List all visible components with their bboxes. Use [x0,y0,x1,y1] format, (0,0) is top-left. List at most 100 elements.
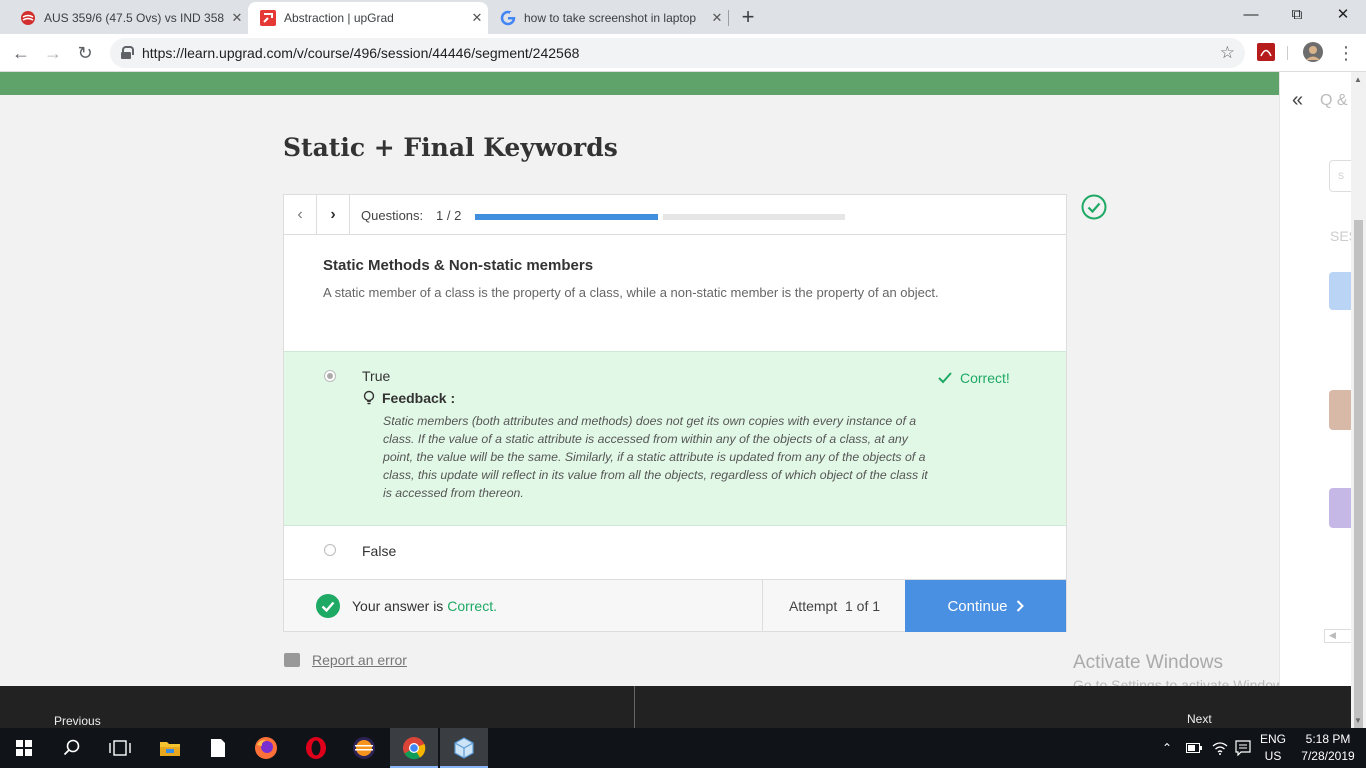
scrollbar-thumb[interactable] [1354,220,1363,750]
session-card[interactable] [1329,272,1351,310]
attempt-label: Attempt [788,598,838,614]
forward-arrow-icon[interactable]: → [40,40,66,66]
qa-side-panel: « Q & S SES ◀ [1279,72,1351,686]
url-text[interactable]: https://learn.upgrad.com/v/course/496/se… [142,45,579,61]
tab-title: AUS 359/6 (47.5 Ovs) vs IND 358 [44,11,225,25]
questions-label: Questions: [361,208,424,223]
input-language-indicator[interactable]: ENG US [1256,731,1290,765]
address-bar[interactable]: https://learn.upgrad.com/v/course/496/se… [110,38,1245,68]
opera-icon[interactable] [292,728,340,768]
new-tab-plus-icon[interactable]: + [736,4,760,30]
success-check-circle-icon [316,594,340,618]
correct-tag: Correct! [938,370,1010,386]
chrome-menu-icon[interactable]: ⋮ [1333,40,1359,66]
feedback-text: Static members (both attributes and meth… [383,414,928,500]
user-avatar [1329,390,1351,430]
battery-icon[interactable] [1186,728,1202,768]
progress-fill [475,214,660,220]
reload-icon[interactable]: ↻ [72,40,98,66]
option-false[interactable]: False [284,526,1066,579]
feedback-heading: Feedback : [362,390,455,406]
sessions-label: SES [1330,228,1351,244]
tab-title: Abstraction | upGrad [284,11,394,25]
correct-tag-label: Correct! [960,370,1010,386]
lock-icon[interactable] [120,46,134,60]
chevron-right-icon [1016,600,1024,612]
browser-toolbar: ← → ↻ https://learn.upgrad.com/v/course/… [0,34,1366,72]
collapse-panel-icon[interactable]: « [1292,89,1303,112]
tab-upgrad[interactable]: Abstraction | upGrad ✕ [248,2,488,34]
tab-google-search[interactable]: how to take screenshot in laptop ✕ [488,2,728,34]
question-title: Static Methods & Non-static members [323,257,594,274]
option-radio-selected[interactable] [324,370,336,382]
option-radio[interactable] [324,544,336,556]
restore-icon[interactable]: ⧉ [1274,0,1320,30]
report-error-link[interactable]: Report an error [284,652,407,668]
close-window-icon[interactable]: ✕ [1320,0,1366,30]
option-label: True [362,368,391,384]
chrome-icon[interactable] [390,728,438,768]
clock-time: 5:18 PM [1305,732,1351,746]
previous-segment-link[interactable]: Previous [54,714,101,728]
next-question-chevron-icon[interactable]: › [317,195,350,235]
next-segment-link[interactable]: Next [1187,712,1212,726]
windows-taskbar: ⌃ ENG US 5:18 PM 7/28/2019 [0,728,1366,768]
toolbar-separator [1287,46,1288,60]
windows-start-icon[interactable] [0,728,48,768]
question-text: A static member of a class is the proper… [323,285,939,300]
qa-panel-title: Q & [1320,92,1348,109]
activate-windows-title: Activate Windows [1073,652,1223,673]
search-icon[interactable] [48,728,96,768]
pdf-extension-icon[interactable] [1257,43,1275,61]
document-icon[interactable] [194,728,242,768]
wifi-icon[interactable] [1212,728,1228,768]
tab-title: how to take screenshot in laptop [524,11,697,25]
nav-divider [634,686,635,728]
session-card[interactable] [1329,488,1351,528]
report-flag-icon [284,653,300,667]
progress-segment-gap [658,214,663,220]
task-view-icon[interactable] [96,728,144,768]
page-title: Static + Final Keywords [283,133,618,162]
panel-search-input[interactable]: S [1329,160,1351,192]
virtualbox-icon[interactable] [440,728,488,768]
attempt-counter: Attempt 1 of 1 [762,580,906,632]
option-true[interactable]: True Correct! Feedback : Static members … [284,351,1066,526]
page-scrollbar[interactable]: ▲ ▼ [1351,72,1366,750]
continue-button[interactable]: Continue [905,580,1066,632]
completed-check-icon [1081,194,1107,220]
action-center-icon[interactable] [1235,728,1251,768]
tab-separator [728,10,729,26]
firefox-icon[interactable] [242,728,290,768]
answer-status: Correct. [447,598,497,614]
feedback-label: Feedback : [382,390,456,406]
close-tab-icon[interactable]: ✕ [466,10,488,26]
answer-result: Your answer is Correct. [352,598,497,614]
taskbar-clock[interactable]: 5:18 PM 7/28/2019 [1296,731,1360,765]
minimize-icon[interactable]: — [1228,0,1274,30]
answer-prefix: Your answer is [352,598,444,614]
prev-question-chevron-icon[interactable]: ‹ [284,195,317,235]
close-tab-icon[interactable]: ✕ [706,10,728,26]
report-label[interactable]: Report an error [312,652,407,668]
show-hidden-icons-chevron-icon[interactable]: ⌃ [1162,728,1172,768]
option-label: False [362,543,397,559]
eclipse-icon[interactable] [340,728,388,768]
tab-cricket-score[interactable]: AUS 359/6 (47.5 Ovs) vs IND 358 ✕ [8,2,248,34]
bookmark-star-icon[interactable]: ☆ [1220,43,1235,63]
question-progress-bar [475,214,845,220]
browser-tab-strip: AUS 359/6 (47.5 Ovs) vs IND 358 ✕ Abstra… [0,0,1366,34]
back-arrow-icon[interactable]: ← [8,40,34,66]
language-code: ENG [1259,732,1286,746]
attempt-value: 1 of 1 [845,598,881,614]
scroll-down-arrow-icon[interactable]: ▼ [1354,716,1362,725]
profile-avatar-icon[interactable] [1303,42,1323,62]
question-header: ‹ › Questions: 1 / 2 [284,195,1066,235]
region-code: US [1264,749,1282,763]
answer-footer: Your answer is Correct. Attempt 1 of 1 C… [284,579,1066,632]
close-tab-icon[interactable]: ✕ [226,10,248,26]
question-counter: 1 / 2 [436,208,462,223]
scroll-up-arrow-icon[interactable]: ▲ [1354,75,1362,84]
file-explorer-icon[interactable] [146,728,194,768]
panel-scroll-left-icon[interactable]: ◀ [1324,629,1351,643]
